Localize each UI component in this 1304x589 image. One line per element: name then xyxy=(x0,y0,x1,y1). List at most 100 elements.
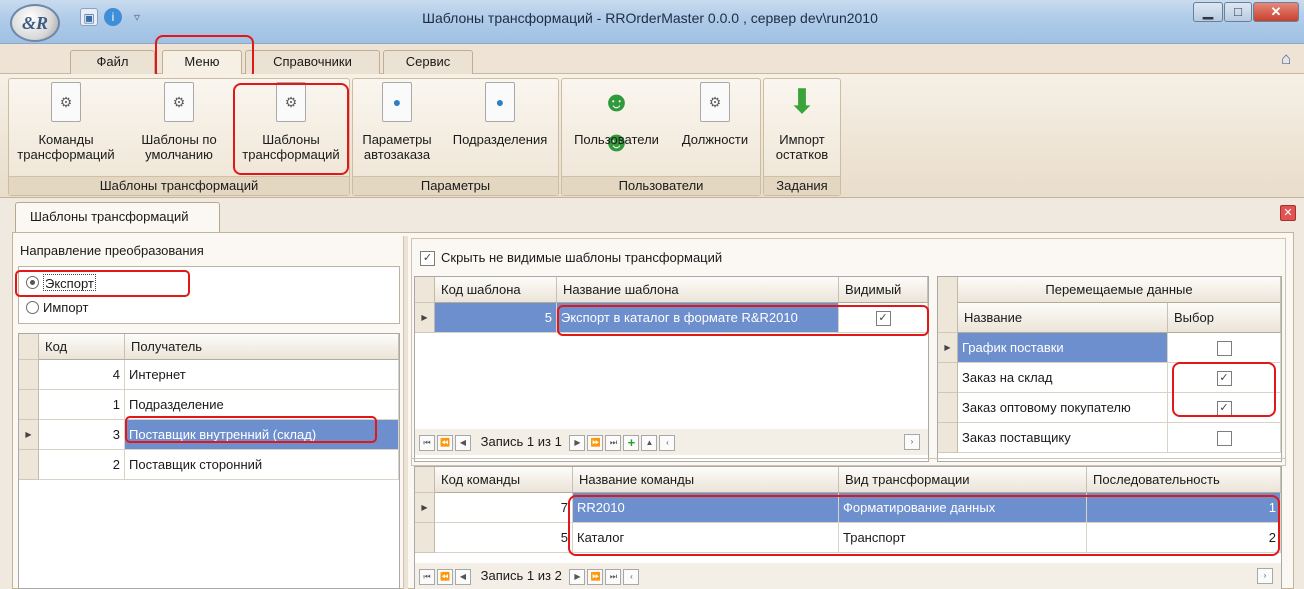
row-indicator xyxy=(415,523,435,553)
last-record-icon[interactable]: ⏭ xyxy=(605,568,622,585)
button-label: Команды xyxy=(38,132,94,147)
column-header-template-name[interactable]: Название шаблона xyxy=(557,277,839,303)
document-tab[interactable]: Шаблоны трансформаций xyxy=(15,202,220,232)
recipient-code[interactable]: 4 xyxy=(39,360,125,390)
import-stock-button[interactable]: ⬇ Импорт остатков xyxy=(766,82,838,162)
button-label: Импорт xyxy=(779,132,825,147)
current-row-indicator: ▶ xyxy=(19,420,39,450)
moved-data-choice[interactable] xyxy=(1168,333,1281,363)
commands-transform-button[interactable]: ⚙ Команды трансформаций xyxy=(12,82,120,162)
next-record-icon[interactable]: ▶ xyxy=(569,568,586,585)
choice-checkbox[interactable] xyxy=(1216,431,1232,447)
next-record-icon[interactable]: ▶ xyxy=(569,434,586,451)
scroll-left-icon[interactable]: ‹ xyxy=(623,568,640,585)
quick-access-doc-icon[interactable]: ▣ xyxy=(80,8,98,26)
prev-record-icon[interactable]: ◀ xyxy=(455,568,471,585)
prev-record-icon[interactable]: ◀ xyxy=(455,434,471,451)
button-label: Параметры xyxy=(362,132,432,147)
column-header-template-code[interactable]: Код шаблона xyxy=(435,277,557,303)
import-radio-label[interactable]: Импорт xyxy=(43,299,88,316)
highlight-templates-button xyxy=(233,83,349,175)
commands-navigator: ⏮ ⏪ ◀ Запись 1 из 2 ▶ ⏩ ⏭ ‹ › xyxy=(415,563,1281,589)
column-header-visible[interactable]: Видимый xyxy=(839,277,928,303)
button-label: Подразделения xyxy=(452,132,548,147)
first-record-icon[interactable]: ⏮ xyxy=(419,568,435,585)
document-icon: ● xyxy=(382,82,412,122)
template-code[interactable]: 5 xyxy=(435,303,557,333)
vertical-splitter[interactable] xyxy=(403,236,408,589)
choice-checkbox[interactable] xyxy=(1216,341,1232,357)
prev-page-icon[interactable]: ⏪ xyxy=(437,568,453,585)
recipient-name[interactable]: Интернет xyxy=(125,360,399,390)
row-indicator xyxy=(19,360,39,390)
positions-button[interactable]: ⚙ Должности xyxy=(672,82,758,147)
close-window-button[interactable]: ✕ xyxy=(1253,2,1299,22)
recipients-grid: Код Получатель 4 Интернет 1 Подразделени… xyxy=(18,333,400,589)
recipient-code[interactable]: 3 xyxy=(39,420,125,450)
templates-navigator: ⏮ ⏪ ◀ Запись 1 из 1 ▶ ⏩ ⏭ + ▲ ‹ › xyxy=(415,429,928,455)
close-document-icon[interactable]: ✕ xyxy=(1280,205,1296,221)
default-templates-button[interactable]: ⚙ Шаблоны по умолчанию xyxy=(130,82,228,162)
next-page-icon[interactable]: ⏩ xyxy=(587,434,604,451)
recipient-name[interactable]: Поставщик сторонний xyxy=(125,450,399,480)
maximize-button[interactable]: □ xyxy=(1224,2,1252,22)
departments-button[interactable]: ● Подразделения xyxy=(442,82,558,147)
button-label: Должности xyxy=(681,132,749,147)
command-code[interactable]: 7 xyxy=(435,493,573,523)
app-logo[interactable]: &R xyxy=(10,4,60,42)
highlight-command-rows xyxy=(568,495,1280,556)
home-icon[interactable]: ⌂ xyxy=(1281,50,1299,68)
current-row-indicator: ▶ xyxy=(415,303,435,333)
column-header-name[interactable]: Название xyxy=(958,303,1168,333)
moved-data-choice[interactable] xyxy=(1168,423,1281,453)
direction-label: Направление преобразования xyxy=(20,243,204,258)
scroll-right-icon[interactable]: › xyxy=(1257,568,1273,584)
add-record-icon[interactable]: + xyxy=(623,434,640,451)
moved-data-name[interactable]: Заказ на склад xyxy=(958,363,1168,393)
button-label: Пользователи xyxy=(574,132,659,147)
moved-data-name[interactable]: Заказ поставщику xyxy=(958,423,1168,453)
autoorder-params-button[interactable]: ● Параметры автозаказа xyxy=(354,82,440,162)
import-radio[interactable] xyxy=(26,301,39,314)
current-row-indicator: ▶ xyxy=(415,493,435,523)
button-label: Шаблоны по xyxy=(141,132,217,147)
hide-invisible-label[interactable]: Скрыть не видимые шаблоны трансформаций xyxy=(441,248,722,268)
button-label: умолчанию xyxy=(145,147,213,162)
row-indicator xyxy=(938,277,958,333)
tab-service[interactable]: Сервис xyxy=(383,50,473,74)
templates-grid: Код шаблона Название шаблона Видимый ▶ 5… xyxy=(414,276,929,462)
next-page-icon[interactable]: ⏩ xyxy=(587,568,604,585)
scroll-right-icon[interactable]: › xyxy=(904,434,920,450)
column-header-sequence[interactable]: Последовательность xyxy=(1087,467,1281,493)
first-record-icon[interactable]: ⏮ xyxy=(419,434,435,451)
moved-data-name[interactable]: Заказ оптовому покупателю xyxy=(958,393,1168,423)
last-record-icon[interactable]: ⏭ xyxy=(605,434,622,451)
scroll-left-icon[interactable]: ‹ xyxy=(659,434,676,451)
prev-page-icon[interactable]: ⏪ xyxy=(437,434,453,451)
command-code[interactable]: 5 xyxy=(435,523,573,553)
row-indicator xyxy=(19,390,39,420)
tab-file[interactable]: Файл xyxy=(70,50,155,74)
quick-access-dropdown-icon[interactable]: ▿ xyxy=(128,8,146,26)
minimize-button[interactable]: ▁ xyxy=(1193,2,1223,22)
row-indicator xyxy=(415,277,435,303)
moved-data-name[interactable]: График поставки xyxy=(958,333,1168,363)
recipient-code[interactable]: 1 xyxy=(39,390,125,420)
hide-invisible-checkbox[interactable]: ✓ xyxy=(420,250,435,267)
users-icon: ☻☻ xyxy=(601,86,632,157)
users-button[interactable]: ☻☻ Пользователи xyxy=(564,82,669,157)
column-header-choice[interactable]: Выбор xyxy=(1168,303,1281,333)
column-header-code[interactable]: Код xyxy=(39,334,125,360)
ribbon-group-title: Задания xyxy=(764,176,840,195)
recipient-code[interactable]: 2 xyxy=(39,450,125,480)
row-indicator xyxy=(938,393,958,423)
horizontal-splitter[interactable] xyxy=(411,458,1286,464)
window-title: Шаблоны трансформаций - RROrderMaster 0.… xyxy=(422,10,878,26)
column-header-recipient[interactable]: Получатель xyxy=(125,334,399,360)
column-header-command-name[interactable]: Название команды xyxy=(573,467,839,493)
column-header-command-code[interactable]: Код команды xyxy=(435,467,573,493)
tab-references[interactable]: Справочники xyxy=(245,50,380,74)
column-header-transform-type[interactable]: Вид трансформации xyxy=(839,467,1087,493)
help-icon[interactable]: i xyxy=(104,8,122,26)
up-icon[interactable]: ▲ xyxy=(641,434,658,451)
